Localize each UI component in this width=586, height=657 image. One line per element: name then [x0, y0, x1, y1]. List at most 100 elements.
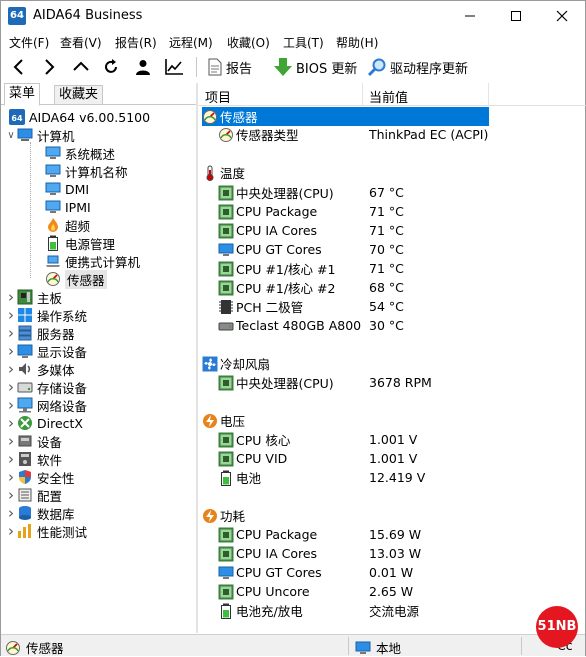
chevron-right-icon[interactable]: › — [5, 450, 17, 468]
chevron-right-icon[interactable]: › — [5, 306, 17, 324]
list-row[interactable]: CPU GT Cores 0.01 W — [218, 563, 586, 582]
back-button[interactable] — [7, 55, 31, 79]
tree-item[interactable]: 电源管理 — [45, 234, 115, 252]
menu-report[interactable]: 报告(R) — [115, 34, 157, 51]
list-row[interactable]: 电池 12.419 V — [218, 468, 586, 487]
chevron-right-icon[interactable]: › — [5, 432, 17, 450]
chevron-right-icon[interactable]: › — [5, 360, 17, 378]
close-button[interactable] — [539, 1, 585, 31]
list-row[interactable]: 冷却风扇 — [202, 354, 586, 373]
up-button[interactable] — [69, 55, 93, 79]
search-icon — [367, 58, 386, 77]
tree-item[interactable]: 系统概述 — [45, 144, 115, 162]
list-row[interactable]: 功耗 — [202, 506, 586, 525]
chevron-right-icon[interactable]: › — [5, 396, 17, 414]
tree-item[interactable]: › 性能测试 — [5, 522, 87, 540]
tree-item[interactable]: › 存储设备 — [5, 378, 87, 396]
tree-item[interactable]: › 网络设备 — [5, 396, 87, 414]
column-header-value[interactable]: 当前值 — [369, 87, 408, 106]
chip-icon — [218, 546, 234, 562]
tree-item[interactable]: 传感器 — [45, 269, 107, 289]
tree-item[interactable]: › 安全性 — [5, 468, 75, 486]
menu-view[interactable]: 查看(V) — [60, 34, 102, 51]
column-header-item[interactable]: 项目 — [205, 87, 231, 106]
list-row[interactable]: Teclast 480GB A800 30 °C — [218, 316, 586, 335]
title-bar[interactable]: 64 AIDA64 Business — [1, 1, 585, 31]
menu-tools[interactable]: 工具(T) — [283, 34, 324, 51]
tree-item[interactable]: 64 AIDA64 v6.00.5100 — [9, 108, 150, 126]
tree-item[interactable]: 计算机名称 — [45, 162, 128, 180]
list-row[interactable]: CPU IA Cores 71 °C — [218, 221, 586, 240]
tree-item[interactable]: 便携式计算机 — [45, 252, 140, 270]
list-row[interactable]: CPU #1/核心 #2 68 °C — [218, 278, 586, 297]
list-row[interactable]: 温度 — [202, 163, 586, 182]
tree-item[interactable]: › 配置 — [5, 486, 62, 504]
chevron-right-icon[interactable]: › — [5, 468, 17, 486]
tree-item-label: 超频 — [65, 218, 91, 234]
list-row[interactable]: 电压 — [202, 411, 586, 430]
tree-item[interactable]: 超频 — [45, 216, 90, 234]
chevron-right-icon[interactable]: › — [5, 522, 17, 540]
list-row[interactable]: CPU GT Cores 70 °C — [218, 240, 586, 259]
chip-icon — [218, 375, 234, 391]
chevron-right-icon[interactable]: › — [5, 288, 17, 306]
chevron-right-icon[interactable]: › — [5, 378, 17, 396]
list-row[interactable]: 电池充/放电 交流电源 — [218, 601, 586, 620]
tree-item[interactable]: › 主板 — [5, 288, 62, 306]
tree-item[interactable]: › 多媒体 — [5, 360, 75, 378]
user-button[interactable] — [131, 55, 155, 79]
tree-item[interactable]: IPMI — [45, 198, 91, 216]
menu-favorites[interactable]: 收藏(O) — [227, 34, 270, 51]
list-row[interactable]: CPU #1/核心 #1 71 °C — [218, 259, 586, 278]
list-row[interactable]: 传感器类型 ThinkPad EC (ACPI) — [218, 125, 586, 144]
list-row[interactable]: CPU IA Cores 13.03 W — [218, 544, 586, 563]
refresh-icon — [105, 59, 117, 73]
menu-file[interactable]: 文件(F) — [9, 34, 49, 51]
list-row[interactable]: 中央处理器(CPU) 67 °C — [218, 183, 586, 202]
tree-item-label: 配置 — [37, 488, 63, 504]
status-sensor: 传感器 — [5, 638, 64, 657]
tree-item[interactable]: › 设备 — [5, 432, 62, 450]
list-row[interactable]: PCH 二极管 54 °C — [218, 297, 586, 316]
list-row[interactable]: 传感器 — [202, 107, 489, 126]
list-row[interactable]: CPU Package 15.69 W — [218, 525, 586, 544]
refresh-button[interactable] — [99, 55, 123, 79]
chevron-right-icon[interactable]: › — [5, 486, 17, 504]
tree-item-label: 操作系统 — [37, 308, 88, 324]
laptop-icon — [45, 253, 61, 269]
chevron-right-icon[interactable]: › — [5, 342, 17, 360]
tab-favorites[interactable]: 收藏夹 — [54, 85, 104, 105]
column-separator[interactable] — [362, 83, 363, 105]
maximize-button[interactable] — [493, 1, 539, 31]
minimize-button[interactable] — [447, 1, 493, 31]
list-row[interactable]: CPU Uncore 2.65 W — [218, 582, 586, 601]
chevron-right-icon[interactable]: › — [5, 324, 17, 342]
menu-remote[interactable]: 远程(M) — [169, 34, 213, 51]
tree-item[interactable]: ∨ 计算机 — [5, 126, 75, 144]
forward-button[interactable] — [37, 55, 61, 79]
tree-item[interactable]: › 服务器 — [5, 324, 75, 342]
tree-item[interactable]: DMI — [45, 180, 89, 198]
config-icon — [17, 487, 33, 503]
chevron-down-icon[interactable]: ∨ — [5, 130, 17, 141]
menu-help[interactable]: 帮助(H) — [336, 34, 378, 51]
list-row[interactable]: CPU Package 71 °C — [218, 202, 586, 221]
tab-menu[interactable]: 菜单 — [4, 83, 41, 106]
tree-item[interactable]: › DirectX — [5, 414, 83, 432]
gauge-icon — [6, 640, 20, 655]
list-row[interactable]: CPU 核心 1.001 V — [218, 430, 586, 449]
driver-update-button[interactable]: 驱动程序更新 — [367, 55, 468, 79]
chevron-right-icon[interactable]: › — [5, 414, 17, 432]
report-button[interactable]: 报告 — [207, 55, 252, 79]
tree-item[interactable]: › 显示设备 — [5, 342, 87, 360]
chart-button[interactable] — [161, 55, 187, 79]
tree-item[interactable]: › 数据库 — [5, 504, 75, 522]
tree-item[interactable]: › 操作系统 — [5, 306, 87, 324]
list-row[interactable]: CPU VID 1.001 V — [218, 449, 586, 468]
row-value: 1.001 V — [369, 451, 418, 466]
bios-update-button[interactable]: BIOS 更新 — [273, 55, 357, 79]
column-separator[interactable] — [488, 83, 489, 105]
list-row[interactable]: 中央处理器(CPU) 3678 RPM — [218, 373, 586, 392]
tree-item[interactable]: › 软件 — [5, 450, 62, 468]
chevron-right-icon[interactable]: › — [5, 504, 17, 522]
